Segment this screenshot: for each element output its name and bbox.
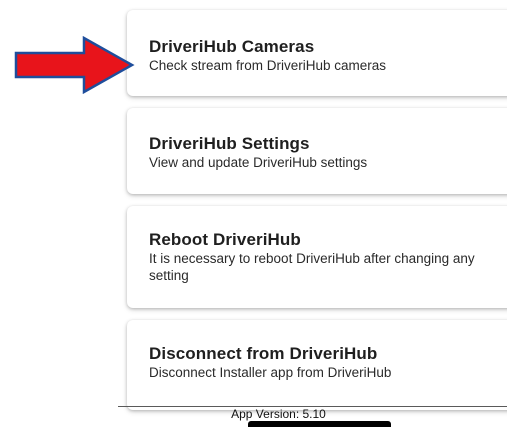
menu-item-disconnect[interactable]: Disconnect from DriveriHub Disconnect In… — [127, 320, 507, 410]
menu-item-subtitle: Disconnect Installer app from DriveriHub — [149, 365, 392, 380]
menu-item-settings[interactable]: DriveriHub Settings View and update Driv… — [127, 108, 507, 194]
menu-item-subtitle: Check stream from DriveriHub cameras — [149, 58, 387, 73]
app-version-footer: App Version: 5.10 — [0, 407, 507, 421]
arrow-shape — [14, 36, 135, 94]
menu-item-reboot[interactable]: Reboot DriveriHub It is necessary to reb… — [127, 206, 507, 308]
menu-item-title: Reboot DriveriHub — [149, 230, 301, 249]
menu-item-subtitle: View and update DriveriHub settings — [149, 155, 368, 170]
red-arrow-annotation-icon — [14, 36, 135, 94]
app-screen: DriveriHub Cameras Check stream from Dri… — [0, 0, 507, 427]
menu-item-title: DriveriHub Settings — [149, 134, 310, 153]
home-indicator-bar[interactable] — [248, 421, 391, 427]
menu-item-cameras[interactable]: DriveriHub Cameras Check stream from Dri… — [127, 10, 507, 96]
menu-item-title: Disconnect from DriveriHub — [149, 344, 378, 363]
menu-item-title: DriveriHub Cameras — [149, 37, 315, 56]
app-version-text: App Version: 5.10 — [231, 407, 326, 421]
menu-item-subtitle: It is necessary to reboot DriveriHub aft… — [149, 251, 475, 283]
